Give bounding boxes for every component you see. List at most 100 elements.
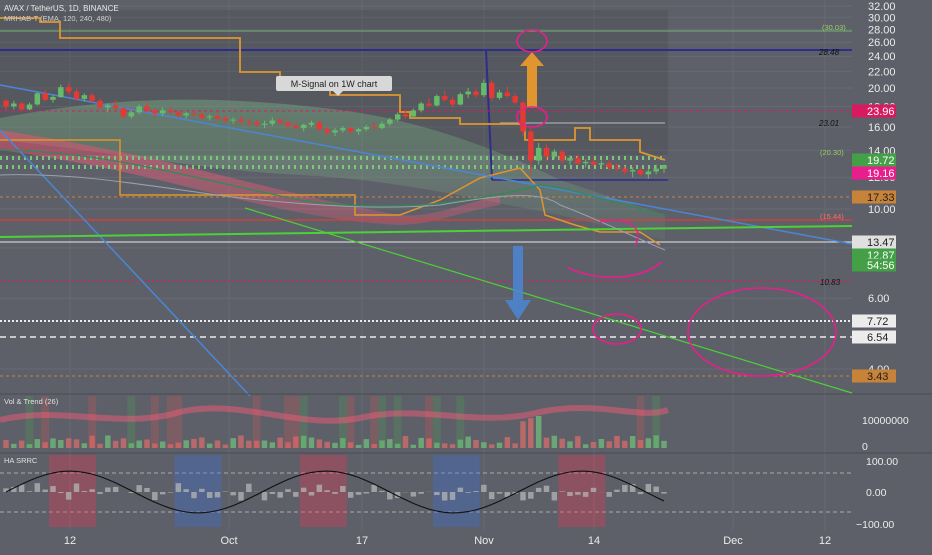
price-tag-label: 3.43 bbox=[867, 371, 888, 383]
price-tag-label: 23.96 bbox=[867, 106, 895, 118]
osc-bar bbox=[35, 483, 40, 492]
candle-body bbox=[207, 116, 212, 117]
price-tag-label: 19.72 bbox=[867, 155, 895, 167]
candle-body bbox=[82, 95, 87, 99]
osc-bar bbox=[520, 492, 525, 500]
candle-body bbox=[442, 96, 447, 100]
volume-bar bbox=[473, 440, 478, 448]
osc-band bbox=[206, 455, 214, 527]
candle-body bbox=[50, 97, 55, 100]
price-tick-label: 28.00 bbox=[868, 24, 896, 36]
osc-bar bbox=[27, 491, 32, 492]
candle-body bbox=[371, 127, 376, 128]
price-tag-label: 13.47 bbox=[867, 237, 895, 249]
osc-bar bbox=[528, 492, 533, 499]
osc-bar bbox=[489, 492, 494, 499]
candle-body bbox=[317, 123, 322, 130]
osc-bar bbox=[199, 489, 204, 492]
volume-bar bbox=[332, 443, 337, 448]
chart-canvas[interactable]: M-Signal on 1W chart (30.03) 28.48 23.01… bbox=[0, 0, 932, 550]
volume-tick-top: 10000000 bbox=[862, 415, 909, 427]
volume-bar bbox=[144, 440, 149, 448]
price-tick-label: 6.00 bbox=[868, 293, 889, 305]
candle-body bbox=[176, 112, 181, 115]
volume-bg-band bbox=[167, 396, 175, 448]
osc-tick-neg100: −100.00 bbox=[856, 519, 894, 531]
candle-body bbox=[199, 114, 204, 117]
osc-band bbox=[65, 455, 73, 527]
volume-bar bbox=[223, 445, 228, 448]
osc-bar bbox=[183, 489, 188, 492]
price-tick-label: 32.00 bbox=[868, 1, 896, 13]
volume-bar bbox=[97, 444, 102, 448]
volume-bar bbox=[536, 416, 541, 448]
osc-bar bbox=[465, 492, 470, 493]
volume-bar bbox=[66, 438, 71, 448]
osc-bar bbox=[442, 492, 447, 501]
volume-bar bbox=[465, 437, 470, 448]
osc-bar bbox=[575, 492, 580, 495]
candle-body bbox=[246, 122, 251, 123]
candle-body bbox=[293, 126, 298, 128]
osc-bar bbox=[82, 491, 87, 492]
candle-body bbox=[168, 110, 173, 112]
osc-bar bbox=[379, 491, 384, 492]
volume-bar bbox=[481, 442, 486, 448]
chart-root[interactable]: M-Signal on 1W chart (30.03) 28.48 23.01… bbox=[0, 0, 932, 550]
candle-body bbox=[254, 123, 259, 125]
volume-bg-band bbox=[425, 396, 433, 448]
volume-tick-zero: 0 bbox=[862, 441, 868, 453]
volume-bar bbox=[505, 437, 510, 448]
volume-bar bbox=[82, 443, 87, 448]
osc-bar bbox=[176, 483, 181, 492]
volume-bar bbox=[622, 441, 627, 448]
candle-body bbox=[309, 123, 314, 125]
osc-bar bbox=[97, 492, 102, 494]
volume-bg-band bbox=[433, 396, 441, 448]
candle-body bbox=[458, 94, 463, 104]
candle-body bbox=[606, 163, 611, 167]
candle-body bbox=[559, 152, 564, 161]
price-tag-label: 7.72 bbox=[867, 316, 888, 328]
osc-bar bbox=[277, 492, 282, 498]
volume-bar bbox=[74, 439, 79, 448]
candle-body bbox=[536, 148, 541, 161]
osc-bar bbox=[238, 492, 243, 501]
candle-body bbox=[183, 113, 188, 115]
candle-body bbox=[520, 103, 525, 132]
osc-band bbox=[449, 455, 457, 527]
candle-body bbox=[481, 83, 486, 95]
candle-body bbox=[418, 104, 423, 111]
price-tick-label: 16.00 bbox=[868, 122, 896, 134]
osc-bar bbox=[481, 485, 486, 492]
osc-band bbox=[433, 455, 441, 527]
volume-bar bbox=[215, 440, 220, 448]
volume-bar bbox=[528, 418, 533, 448]
volume-bar bbox=[614, 436, 619, 448]
price-tag-label: 19.16 bbox=[867, 168, 895, 180]
candle-body bbox=[74, 92, 79, 99]
osc-band bbox=[57, 455, 65, 527]
osc-bar bbox=[144, 488, 149, 492]
candle-body bbox=[277, 121, 282, 123]
osc-bar bbox=[270, 492, 275, 494]
candle-body bbox=[3, 101, 8, 107]
oscillator-title: HA SRRC bbox=[4, 456, 38, 465]
candle-body bbox=[160, 110, 165, 113]
osc-bar bbox=[418, 492, 423, 494]
volume-bar bbox=[591, 442, 596, 448]
volume-bar bbox=[160, 441, 165, 448]
volume-bg-band bbox=[292, 396, 300, 448]
volume-bar bbox=[35, 439, 40, 448]
osc-bar bbox=[191, 492, 196, 498]
candle-body bbox=[324, 129, 329, 132]
candle-body bbox=[152, 110, 157, 113]
volume-bg-band bbox=[284, 396, 292, 448]
volume-bar bbox=[364, 439, 369, 448]
osc-band bbox=[574, 455, 582, 527]
osc-bar bbox=[544, 486, 549, 492]
osc-bar bbox=[348, 492, 353, 498]
candle-body bbox=[105, 105, 110, 107]
candle-body bbox=[450, 100, 455, 105]
volume-bar bbox=[544, 438, 549, 448]
